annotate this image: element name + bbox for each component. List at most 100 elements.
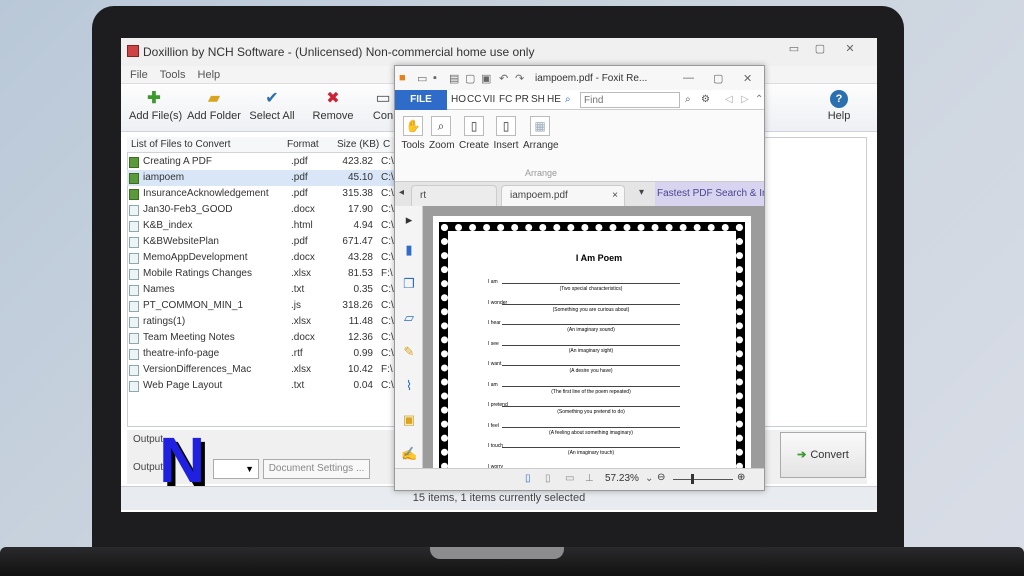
bookmark-icon[interactable]: ▮ xyxy=(401,242,417,258)
remove-icon: ✖ xyxy=(326,90,340,107)
list-item[interactable]: theatre-info-page .rtf 0.99 C:\ xyxy=(127,346,397,362)
find-input[interactable] xyxy=(580,92,680,108)
single-page-icon[interactable]: ▯ xyxy=(525,473,531,484)
signature-icon[interactable]: ✍ xyxy=(401,446,417,462)
print-icon[interactable]: ▤ xyxy=(449,72,459,85)
zoom-in-icon[interactable]: ⊕ xyxy=(737,472,745,483)
file-path: C:\ xyxy=(381,156,394,167)
header-format[interactable]: Format xyxy=(287,139,319,150)
file-icon xyxy=(129,237,139,248)
add-files-button[interactable]: ✚ Add File(s) xyxy=(129,90,182,130)
list-item[interactable]: PT_COMMON_MIN_1 .js 318.26 C:\ xyxy=(127,298,397,314)
help-button[interactable]: ? Help xyxy=(824,90,854,130)
facing-page-icon[interactable]: ▭ xyxy=(565,473,574,484)
header-size[interactable]: Size (KB) xyxy=(337,139,379,150)
list-item[interactable]: ratings(1) .xlsx 11.48 C:\ xyxy=(127,314,397,330)
minimize-button[interactable]: ▭ xyxy=(783,42,805,56)
comments-icon[interactable]: ✎ xyxy=(401,344,417,360)
redo-icon[interactable]: ↷ xyxy=(515,72,524,85)
tab-share[interactable]: SH xyxy=(531,94,545,105)
document-settings-button[interactable]: Document Settings ... xyxy=(263,459,370,479)
tab-home[interactable]: HO xyxy=(451,94,466,105)
doc-tab-active[interactable]: iampoem.pdf × xyxy=(501,185,625,206)
list-item[interactable]: K&BWebsitePlan .pdf 671.47 C:\ xyxy=(127,234,397,250)
tab-help[interactable]: HE xyxy=(547,94,561,105)
list-item[interactable]: MemoAppDevelopment .docx 43.28 C:\ xyxy=(127,250,397,266)
zoom-level[interactable]: 57.23% xyxy=(605,473,639,484)
menu-help[interactable]: Help xyxy=(198,66,221,84)
poem-line-hint: (A desire you have) xyxy=(569,368,613,374)
arrange-button[interactable]: ▦ Arrange xyxy=(523,116,559,151)
add-folder-button[interactable]: ▰ Add Folder xyxy=(187,90,241,130)
search-icon[interactable]: ⌕ xyxy=(685,94,691,105)
tab-protect[interactable]: PR xyxy=(515,94,529,105)
file-tab[interactable]: FILE xyxy=(395,90,447,110)
close-tab-icon[interactable]: × xyxy=(612,186,618,206)
convert-button[interactable]: ➔ Convert xyxy=(780,432,866,478)
list-item[interactable]: Mobile Ratings Changes .xlsx 81.53 F:\ xyxy=(127,266,397,282)
foxit-minimize-button[interactable]: — xyxy=(683,72,694,84)
nav-back-icon[interactable]: ◁ xyxy=(725,94,733,105)
layers-icon[interactable]: ▱ xyxy=(401,310,417,326)
foxit-reader-window[interactable]: ■ ▭ ▪ ▤ ▢ ▣ ↶ ↷ iampoem.pdf - Foxit Re..… xyxy=(394,65,765,491)
list-item[interactable]: K&B_index .html 4.94 C:\ xyxy=(127,218,397,234)
list-item[interactable]: Creating A PDF .pdf 423.82 C:\ xyxy=(127,154,397,170)
list-item[interactable]: InsuranceAcknowledgement .pdf 315.38 C:\ xyxy=(127,186,397,202)
convert-toolbar-button[interactable]: ▭ Con xyxy=(371,90,395,130)
collapse-ribbon-icon[interactable]: ⌃ xyxy=(755,94,763,105)
foxit-maximize-button[interactable]: ▢ xyxy=(713,72,723,85)
create-button[interactable]: ▯ Create xyxy=(459,116,489,151)
document-view[interactable]: I Am Poem I am (Two special characteristi… xyxy=(423,206,764,486)
remove-button[interactable]: ✖ Remove xyxy=(311,90,355,130)
pages-icon[interactable]: ❐ xyxy=(401,276,417,292)
zoom-button[interactable]: ⌕ Zoom xyxy=(429,116,455,151)
foxit-close-button[interactable]: ✕ xyxy=(743,72,752,85)
tab-view[interactable]: VII xyxy=(483,94,495,105)
list-item[interactable]: VersionDifferences_Mac .xlsx 10.42 F:\ xyxy=(127,362,397,378)
nav-forward-icon[interactable]: ▷ xyxy=(741,94,749,105)
file-path: C:\ xyxy=(381,220,394,231)
list-item[interactable]: Web Page Layout .txt 0.04 C:\ xyxy=(127,378,397,394)
list-item[interactable]: Names .txt 0.35 C:\ xyxy=(127,282,397,298)
menu-file[interactable]: File xyxy=(130,66,148,84)
zoom-slider[interactable] xyxy=(673,479,733,480)
zoom-dropdown-icon[interactable]: ⌄ xyxy=(645,473,653,484)
tab-comment[interactable]: CC xyxy=(467,94,481,105)
list-item[interactable]: Team Meeting Notes .docx 12.36 C:\ xyxy=(127,330,397,346)
tools-button[interactable]: ✋ Tools xyxy=(401,116,425,151)
file-name: Web Page Layout xyxy=(143,380,223,391)
zoom-out-icon[interactable]: ⊖ xyxy=(657,472,665,483)
insert-button[interactable]: ▯ Insert xyxy=(493,116,519,151)
header-path[interactable]: C xyxy=(383,139,390,150)
tabs-scroll-left-icon[interactable]: ◂ xyxy=(399,187,404,198)
open-icon[interactable]: ▭ xyxy=(417,72,427,85)
list-item[interactable]: iampoem .pdf 45.10 C:\ xyxy=(127,170,397,186)
plus-icon: ✚ xyxy=(147,90,161,107)
continuous-page-icon[interactable]: ▯ xyxy=(545,473,551,484)
ad-tab[interactable]: Fastest PDF Search & Index xyxy=(655,182,764,206)
attachment-icon[interactable]: ⌇ xyxy=(401,378,417,394)
select-all-button[interactable]: ✔ Select All xyxy=(249,90,295,130)
gear-icon[interactable]: ⚙ xyxy=(701,94,710,105)
file-format: .xlsx xyxy=(291,268,311,279)
undo-icon[interactable]: ↶ xyxy=(499,72,508,85)
file-size: 45.10 xyxy=(347,172,373,183)
lock-icon[interactable]: ▣ xyxy=(401,412,417,428)
doc-tab-previous[interactable]: rt xyxy=(411,185,497,206)
snapshot-icon[interactable]: ▣ xyxy=(481,72,491,85)
find-icon[interactable]: ⌕ xyxy=(565,94,571,105)
tab-form[interactable]: FC xyxy=(499,94,512,105)
tabs-dropdown-icon[interactable]: ▾ xyxy=(639,187,644,198)
arrange-icon: ▦ xyxy=(530,116,550,136)
maximize-button[interactable]: ▢ xyxy=(809,42,831,56)
list-item[interactable]: Jan30-Feb3_GOOD .docx 17.90 C:\ xyxy=(127,202,397,218)
n-logo: N N xyxy=(159,428,221,496)
menu-tools[interactable]: Tools xyxy=(160,66,186,84)
copy-icon[interactable]: ▢ xyxy=(465,72,475,85)
close-button[interactable]: ✕ xyxy=(839,42,861,56)
save-icon[interactable]: ▪ xyxy=(433,72,437,84)
header-name[interactable]: List of Files to Convert xyxy=(131,139,230,150)
zoom-slider-handle[interactable] xyxy=(691,474,694,484)
panel-expand-icon[interactable]: ▸ xyxy=(401,212,417,228)
continuous-facing-icon[interactable]: ⊥ xyxy=(585,473,594,484)
